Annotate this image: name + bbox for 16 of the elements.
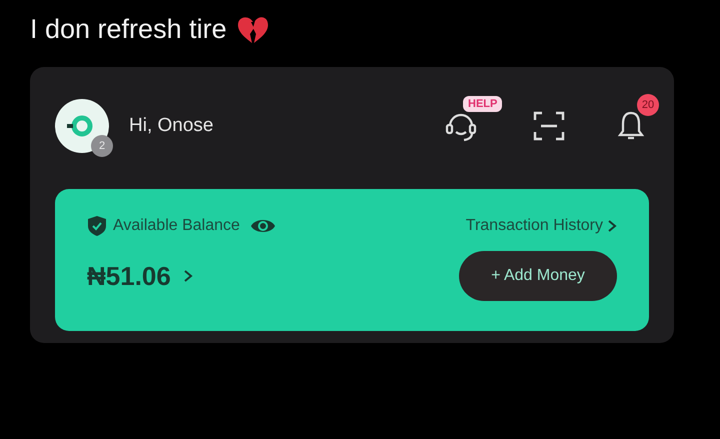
help-badge: HELP: [463, 96, 502, 112]
shield-check-icon: [87, 215, 107, 237]
broken-heart-icon: [236, 16, 269, 44]
transaction-history-link[interactable]: Transaction History: [466, 217, 617, 235]
chevron-right-icon[interactable]: [182, 269, 193, 283]
chevron-right-icon: [607, 219, 617, 233]
post-caption: I don refresh tire: [30, 14, 227, 45]
add-money-button[interactable]: + Add Money: [459, 251, 617, 301]
bell-icon: [617, 110, 645, 142]
notification-count: 20: [637, 94, 659, 116]
eye-icon[interactable]: [250, 217, 276, 235]
avatar-badge: 2: [91, 135, 113, 157]
balance-amount: ₦51.06: [87, 260, 171, 292]
balance-label: Available Balance: [113, 217, 240, 235]
scan-icon: [533, 110, 565, 142]
greeting: Hi, Onose: [129, 115, 214, 137]
